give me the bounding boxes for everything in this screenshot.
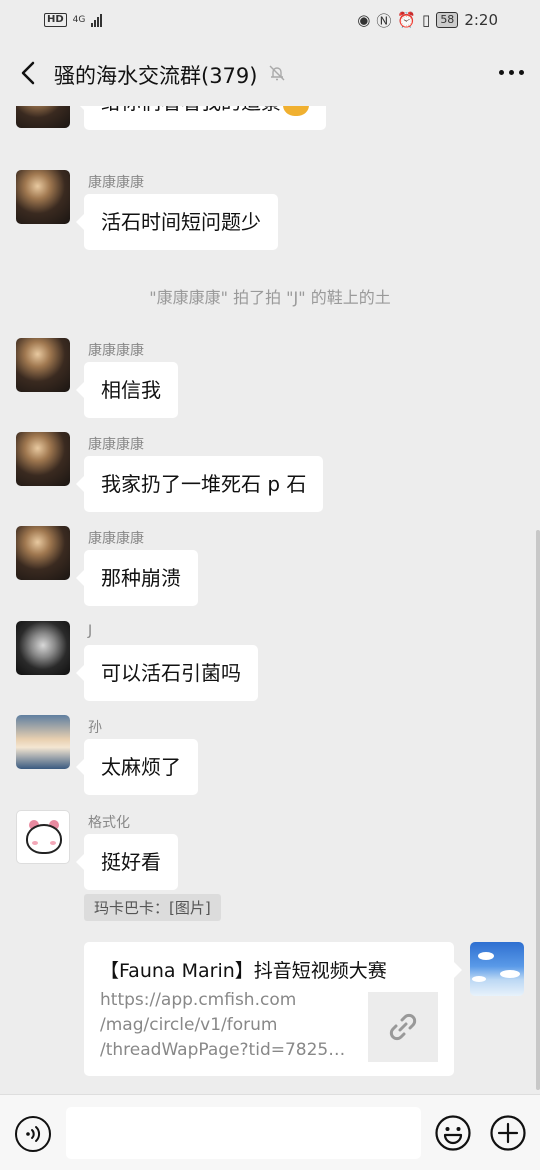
message-bubble[interactable]: 给你们看看我的造景 [76,106,326,130]
message-text: 活石时间短问题少 [101,210,261,234]
link-card-title: 【Fauna Marin】抖音短视频大赛 [100,960,387,982]
status-bar: HD 4G ◉ Ⓝ ⏰ ▯ 58 2:20 [0,0,540,40]
hd-badge: HD [44,13,67,27]
message-text: 那种崩溃 [101,566,181,590]
sender-name: 孙 [88,720,102,736]
dot-icon [508,69,514,75]
link-thumbnail [368,992,438,1062]
message-bubble[interactable]: 可以活石引菌吗 [76,645,258,701]
vibrate-icon: ▯ [422,11,431,29]
status-left: HD 4G [44,13,103,27]
back-button[interactable] [14,58,44,88]
message-text: 挺好看 [101,850,161,874]
avatar[interactable] [16,526,70,580]
message-input[interactable] [66,1107,421,1159]
signal-icon [91,13,103,27]
input-bar [0,1094,540,1170]
mute-bell-icon [267,63,287,88]
chat-title: 骚的海水交流群(379) [54,60,287,90]
network-type: 4G [72,14,86,25]
avatar[interactable] [16,621,70,675]
message-bubble[interactable]: 相信我 [76,362,178,418]
sender-name: 康康康康 [88,343,144,359]
message-text: 相信我 [101,378,161,402]
chat-scrollbar[interactable] [536,530,540,1090]
sender-name: 康康康康 [88,437,144,453]
chat-messages[interactable]: 给你们看看我的造景 康康康康 活石时间短问题少 "康康康康" 拍了拍 "J" 的… [0,106,540,1094]
battery-icon: 58 [436,12,459,28]
voice-input-button[interactable] [15,1116,51,1152]
alarm-icon: ⏰ [397,11,417,29]
sender-name: 格式化 [88,815,130,831]
sender-name: 康康康康 [88,531,144,547]
avatar[interactable] [16,170,70,224]
message-text: 太麻烦了 [101,755,181,779]
dot-icon [518,69,524,75]
sender-name: 康康康康 [88,175,144,191]
my-avatar[interactable] [470,942,524,996]
plus-icon [490,1115,526,1151]
avatar[interactable] [16,338,70,392]
more-options-button[interactable] [496,62,526,82]
message-bubble[interactable]: 挺好看 [76,834,178,890]
dot-icon [498,69,504,75]
status-time: 2:20 [464,11,498,29]
link-icon [389,1013,417,1041]
status-right: ◉ Ⓝ ⏰ ▯ 58 2:20 [357,10,498,31]
group-name: 骚的海水交流群(379) [54,64,258,88]
emoji-button[interactable] [434,1114,472,1152]
sender-name: J [88,623,93,639]
link-card-url: https://app.cmfish.com /mag/circle/v1/fo… [100,990,350,1060]
voice-icon [26,1126,41,1142]
smiley-icon [435,1115,471,1151]
eye-icon: ◉ [357,11,371,29]
nfc-icon: Ⓝ [376,11,392,30]
doge-emoji-icon [283,106,309,116]
message-text: 我家扔了一堆死石 p 石 [101,472,307,496]
message-bubble[interactable]: 我家扔了一堆死石 p 石 [75,456,324,512]
message-text: 给你们看看我的造景 [101,106,281,114]
message-bubble[interactable]: 太麻烦了 [76,739,198,795]
chevron-left-icon [21,61,35,85]
avatar[interactable] [16,106,70,128]
message-bubble[interactable]: 那种崩溃 [76,550,198,606]
link-card[interactable]: 【Fauna Marin】抖音短视频大赛 https://app.cmfish.… [84,942,462,1076]
chat-header: 骚的海水交流群(379) [0,40,540,106]
message-text: 可以活石引菌吗 [101,661,241,685]
message-bubble[interactable]: 活石时间短问题少 [76,194,278,250]
more-functions-button[interactable] [489,1114,527,1152]
system-notice: "康康康康" 拍了拍 "J" 的鞋上的土 [149,288,391,307]
avatar[interactable] [16,715,70,769]
avatar[interactable] [16,810,70,864]
avatar[interactable] [16,432,70,486]
quoted-message[interactable]: 玛卡巴卡：[图片] [84,894,221,921]
